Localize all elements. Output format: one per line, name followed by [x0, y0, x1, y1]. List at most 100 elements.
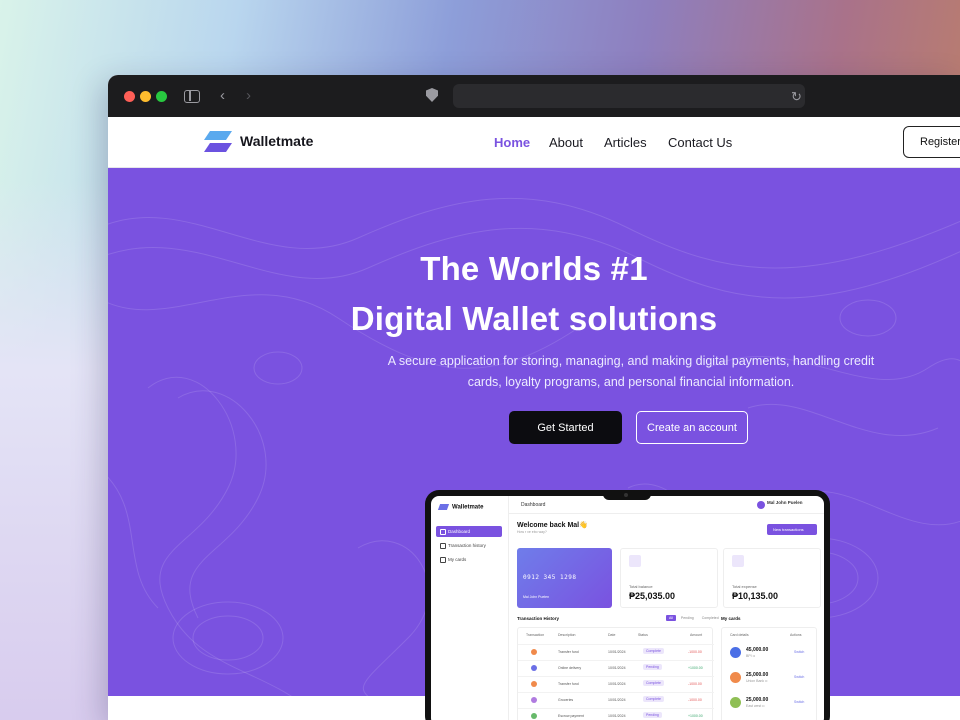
create-account-button[interactable]: Create an account — [636, 411, 748, 444]
browser-window: ‹ › ↻ Walletmate Home About Articles Con… — [108, 75, 960, 720]
walletmate-logo-icon[interactable] — [202, 131, 234, 153]
preview-th-amount: Amount — [690, 633, 703, 637]
preview-nav-history: Transaction history — [436, 540, 502, 551]
row-date: 10/01/2024 — [608, 682, 626, 686]
card-bank: BPI •• — [746, 654, 756, 658]
card-bank: Union Bank •• — [746, 679, 768, 683]
row-description: Online delivery — [558, 666, 582, 670]
get-started-button[interactable]: Get Started — [509, 411, 622, 444]
preview-table-row: Escrow payment 10/01/2024 Pending +1000.00 — [518, 708, 714, 720]
preview-new-transaction-button: New transactions — [767, 524, 817, 535]
reload-icon[interactable]: ↻ — [791, 88, 954, 106]
hero-title-line2: Digital Wallet solutions — [350, 300, 718, 337]
row-status-badge: Pending — [643, 664, 662, 670]
nav-link-home[interactable]: Home — [494, 135, 530, 150]
preview-logo: Walletmate — [437, 504, 483, 511]
bank-icon — [730, 672, 741, 683]
preview-table-row: Online delivery 10/01/2024 Pending +1000.00 — [518, 660, 714, 674]
card-switch-link: Switch — [794, 700, 805, 704]
row-description: Transfer fund — [558, 682, 579, 686]
hero-title-line1: The Worlds #1 — [420, 250, 648, 287]
transaction-icon — [531, 665, 537, 671]
card-bank: East west •• — [746, 704, 765, 708]
row-date: 10/01/2024 — [608, 666, 626, 670]
preview-expense-value: ₱10,135.00 — [732, 591, 779, 601]
preview-avatar — [757, 501, 765, 509]
row-status-badge: Complete — [643, 648, 664, 654]
preview-card-item: 25,000.00 East west •• Switch — [730, 694, 814, 716]
close-window-button[interactable] — [124, 91, 135, 102]
preview-nav-cards: My cards — [436, 554, 502, 565]
browser-toolbar: ‹ › ↻ — [108, 75, 960, 117]
row-date: 10/01/2024 — [608, 650, 626, 654]
preview-welcome: Welcome back Mal👋 — [517, 522, 588, 529]
nav-link-about[interactable]: About — [549, 135, 583, 150]
row-status-badge: Pending — [643, 712, 662, 718]
preview-welcome-sub: How r ve ebo way? — [517, 530, 547, 534]
site-navbar: Walletmate Home About Articles Contact U… — [108, 117, 960, 168]
row-description: Groceries — [558, 698, 574, 702]
preview-balance-label: Total balance — [629, 584, 653, 589]
back-arrow-icon[interactable]: ‹ — [220, 87, 225, 105]
preview-tab-pending: Pending — [680, 616, 694, 620]
preview-history-tabs: All Pending Completed — [666, 615, 724, 621]
preview-tab-completed: Completed — [701, 616, 719, 620]
transaction-icon — [531, 681, 537, 687]
row-amount: +1000.00 — [688, 666, 703, 670]
row-status-badge: Complete — [643, 680, 664, 686]
row-amount: -1000.00 — [688, 698, 702, 702]
transaction-icon — [531, 713, 537, 719]
preview-expense-label: Total expense — [732, 584, 757, 589]
transaction-icon — [531, 649, 537, 655]
card-switch-link: Switch — [794, 675, 805, 679]
row-date: 10/01/2024 — [608, 714, 626, 718]
row-amount: -1000.00 — [688, 682, 702, 686]
register-button[interactable]: Register — [903, 126, 960, 158]
preview-username: Mal John Puelen — [767, 500, 803, 505]
row-amount: +1000.00 — [688, 714, 703, 718]
preview-history-title: Transaction History — [517, 616, 560, 621]
preview-balance-value: ₱25,035.00 — [629, 591, 676, 601]
preview-logo-icon — [437, 504, 450, 510]
preview-header: Dashboard Mal John Puelen — [509, 496, 824, 514]
row-date: 10/01/2024 — [608, 698, 626, 702]
wallet-icon — [629, 555, 641, 567]
preview-th-card-details: Card details — [730, 633, 749, 637]
forward-arrow-icon[interactable]: › — [246, 87, 251, 105]
bank-icon — [730, 697, 741, 708]
preview-card-item: 45,000.00 BPI •• Switch — [730, 644, 814, 666]
preview-tab-all: All — [666, 615, 676, 621]
preview-expense-box: Total expense ₱10,135.00 — [723, 548, 821, 608]
preview-table-row: Groceries 10/01/2024 Complete -1000.00 — [518, 692, 714, 706]
preview-table-row: Transfer fund 10/01/2024 Complete -1000.00 — [518, 644, 714, 658]
preview-th-actions: Actions — [790, 633, 802, 637]
nav-link-contact[interactable]: Contact Us — [668, 135, 732, 150]
card-switch-link: Switch — [794, 650, 805, 654]
transaction-icon — [531, 697, 537, 703]
preview-credit-card: 0912 345 1298 Mal John Puelen — [517, 548, 612, 608]
preview-card-number: 0912 345 1298 — [523, 574, 577, 581]
brand-name[interactable]: Walletmate — [240, 133, 313, 149]
sidebar-toggle-icon[interactable] — [184, 90, 200, 103]
nav-link-articles[interactable]: Articles — [604, 135, 647, 150]
preview-th-date: Date — [608, 633, 616, 637]
monitor-icon — [732, 555, 744, 567]
card-amount: 25,000.00 — [746, 697, 769, 703]
zoom-window-button[interactable] — [156, 91, 167, 102]
dashboard-preview-device: Walletmate Dashboard Transaction history… — [425, 490, 830, 720]
preview-header-title: Dashboard — [521, 502, 546, 508]
camera-dot — [624, 493, 628, 497]
minimize-window-button[interactable] — [140, 91, 151, 102]
preview-th-status: Status — [638, 633, 648, 637]
row-amount: -1000.00 — [688, 650, 702, 654]
address-bar[interactable] — [453, 84, 805, 108]
preview-sidebar: Walletmate Dashboard Transaction history… — [431, 496, 509, 720]
preview-card-holder: Mal John Puelen — [523, 595, 550, 599]
shield-icon[interactable] — [426, 88, 438, 102]
card-amount: 25,000.00 — [746, 672, 769, 678]
preview-my-cards-panel: Card details Actions 45,000.00 BPI •• Swit… — [721, 627, 817, 720]
row-description: Transfer fund — [558, 650, 579, 654]
preview-th-description: Description — [558, 633, 576, 637]
preview-balance-box: Total balance ₱25,035.00 — [620, 548, 718, 608]
preview-th-transaction: Transaction — [526, 633, 545, 637]
